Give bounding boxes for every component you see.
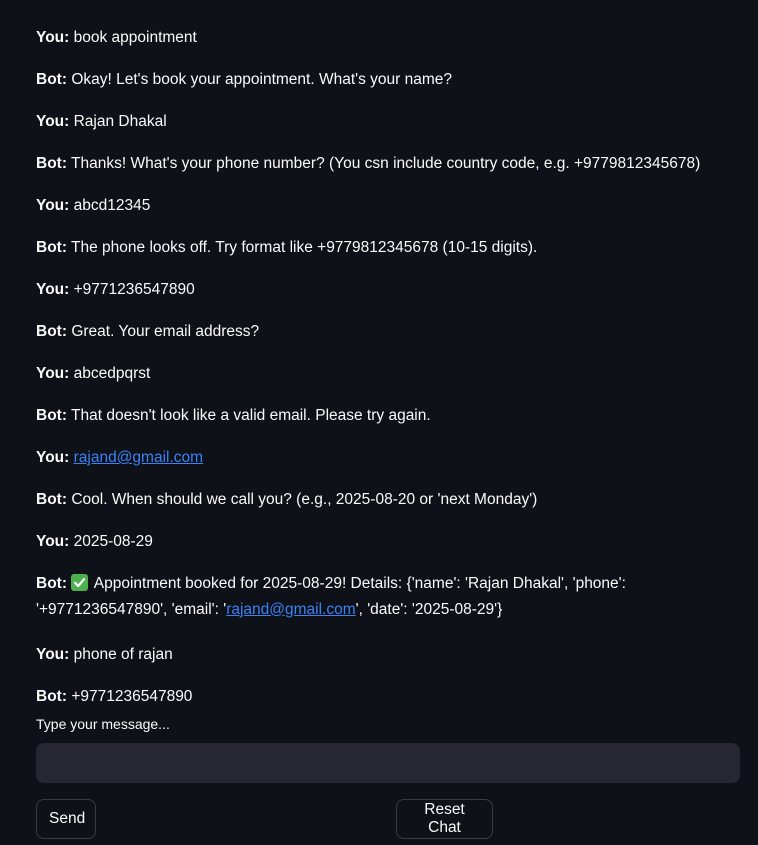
message-text: The phone looks off. Try format like +97… [71,239,538,256]
message-text: abcedpqrst [73,365,151,382]
chat-message-user: You: rajand@gmail.com [36,445,742,470]
sender-label: Bot: [36,323,67,340]
email-link[interactable]: rajand@gmail.com [74,449,203,466]
sender-label: You: [36,281,70,298]
sender-label: Bot: [36,491,67,508]
chat-history: You: book appointment Bot: Okay! Let's b… [36,25,742,726]
message-input-label: Type your message... [36,716,170,732]
message-text: +9771236547890 [71,688,193,705]
message-text: Okay! Let's book your appointment. What'… [71,71,453,88]
chat-message-bot: Bot: Appointment booked for 2025-08-29! … [36,571,742,622]
sender-label: You: [36,113,70,130]
message-text: Great. Your email address? [71,323,260,340]
sender-label: Bot: [36,688,67,705]
chat-message-bot: Bot: The phone looks off. Try format lik… [36,235,742,260]
chat-message-bot: Bot: Great. Your email address? [36,319,742,344]
message-text: +9771236547890 [73,281,195,298]
chat-message-user: You: book appointment [36,25,742,50]
chat-message-bot: Bot: Okay! Let's book your appointment. … [36,67,742,92]
message-text: Rajan Dhakal [73,113,167,130]
email-link[interactable]: rajand@gmail.com [226,601,355,618]
chat-message-bot: Bot: Thanks! What's your phone number? (… [36,151,742,176]
reset-chat-button[interactable]: Reset Chat [396,799,493,839]
sender-label: Bot: [36,155,67,172]
message-text: abcd12345 [73,197,151,214]
chat-message-user: You: abcd12345 [36,193,742,218]
sender-label: Bot: [36,575,67,592]
chat-message-bot: Bot: That doesn't look like a valid emai… [36,403,742,428]
sender-label: Bot: [36,71,67,88]
message-text: Cool. When should we call you? (e.g., 20… [71,491,538,508]
chat-message-user: You: phone of rajan [36,642,742,667]
sender-label: You: [36,197,70,214]
message-text: Thanks! What's your phone number? (You c… [71,155,701,172]
sender-label: You: [36,449,70,466]
message-text: phone of rajan [73,646,173,663]
check-mark-icon [71,574,89,591]
chat-message-user: You: 2025-08-29 [36,529,742,554]
message-text: 2025-08-29 [73,533,153,550]
sender-label: You: [36,29,70,46]
chat-message-bot: Bot: Cool. When should we call you? (e.g… [36,487,742,512]
chat-message-bot: Bot: +9771236547890 [36,684,742,709]
message-text: ', 'date': '2025-08-29'} [355,600,503,618]
sender-label: You: [36,365,70,382]
message-input[interactable] [36,743,740,783]
message-text: book appointment [73,29,197,46]
sender-label: You: [36,533,70,550]
sender-label: Bot: [36,407,67,424]
chat-message-user: You: abcedpqrst [36,361,742,386]
sender-label: You: [36,646,70,663]
chat-message-user: You: +9771236547890 [36,277,742,302]
sender-label: Bot: [36,239,67,256]
message-text: That doesn't look like a valid email. Pl… [71,407,431,424]
chat-message-user: You: Rajan Dhakal [36,109,742,134]
send-button[interactable]: Send [36,799,96,839]
